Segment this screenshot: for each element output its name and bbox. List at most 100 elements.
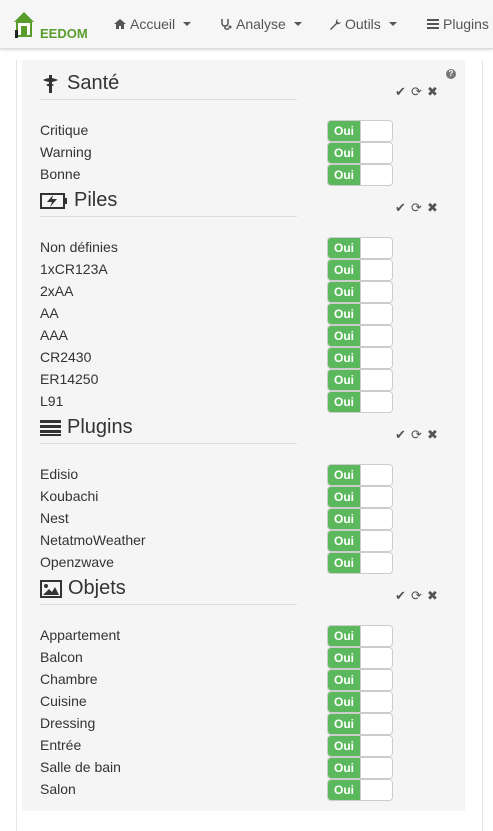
toggle-switch[interactable]: Oui (327, 120, 393, 142)
battery-icon (40, 192, 67, 209)
section-actions: ✔ ⟳ ✖ (394, 201, 439, 214)
toggle-switch[interactable]: Oui (327, 303, 393, 325)
toggle-switch[interactable]: Oui (327, 325, 393, 347)
row-label: Edisio (40, 466, 79, 482)
toggle-switch[interactable]: Oui (327, 508, 393, 530)
close-icon[interactable]: ✖ (426, 201, 439, 214)
row-label: Critique (40, 122, 89, 138)
row-label: Warning (40, 144, 92, 160)
close-icon[interactable]: ✖ (426, 428, 439, 441)
toggle-switch[interactable]: Oui (327, 779, 393, 801)
toggle-handle (360, 648, 392, 668)
nav-plugins-label: Plugins (443, 16, 489, 32)
toggle-on-label: Oui (328, 465, 360, 485)
toggle-switch[interactable]: Oui (327, 691, 393, 713)
row-label: Salle de bain (40, 759, 121, 775)
help-icon[interactable]: ? (446, 69, 456, 79)
section-title-text: Piles (74, 189, 118, 211)
toggle-switch[interactable]: Oui (327, 647, 393, 669)
logo-text: JEEDOM (40, 26, 88, 41)
list-icon (40, 419, 61, 436)
section-actions: ✔ ⟳ ✖ (394, 589, 439, 602)
section-title-objets: Objets (40, 577, 126, 600)
toggle-switch[interactable]: Oui (327, 281, 393, 303)
toggle-switch[interactable]: Oui (327, 164, 393, 186)
toggle-switch[interactable]: Oui (327, 486, 393, 508)
picture-icon (40, 579, 62, 598)
toggle-switch[interactable]: Oui (327, 464, 393, 486)
toggle-handle (360, 553, 392, 573)
section-divider (40, 99, 297, 100)
close-icon[interactable]: ✖ (426, 85, 439, 98)
logo-word: EEDOM (40, 26, 88, 41)
toggle-on-label: Oui (328, 626, 360, 646)
row-label: ER14250 (40, 371, 99, 387)
nav-plugins[interactable]: Plugins (427, 16, 489, 32)
check-icon[interactable]: ✔ (394, 589, 407, 602)
toggle-handle (360, 509, 392, 529)
nav-accueil[interactable]: Accueil (114, 16, 192, 32)
toggle-switch[interactable]: Oui (327, 735, 393, 757)
toggle-handle (360, 304, 392, 324)
jeedom-logo[interactable]: JEEDOM (12, 8, 88, 42)
refresh-icon[interactable]: ⟳ (410, 428, 423, 441)
toggle-switch[interactable]: Oui (327, 142, 393, 164)
toggle-handle (360, 670, 392, 690)
section-title-text: Objets (68, 577, 126, 599)
row-label: Non définies (40, 239, 118, 255)
row-label: AAA (40, 327, 69, 343)
toggle-handle (360, 143, 392, 163)
toggle-switch[interactable]: Oui (327, 625, 393, 647)
toggle-on-label: Oui (328, 714, 360, 734)
toggle-switch[interactable]: Oui (327, 530, 393, 552)
row-label: L91 (40, 393, 64, 409)
toggle-handle (360, 531, 392, 551)
toggle-switch[interactable]: Oui (327, 237, 393, 259)
refresh-icon[interactable]: ⟳ (410, 201, 423, 214)
close-icon[interactable]: ✖ (426, 589, 439, 602)
check-icon[interactable]: ✔ (394, 428, 407, 441)
toggle-on-label: Oui (328, 326, 360, 346)
section-actions: ✔ ⟳ ✖ (394, 85, 439, 98)
toggle-handle (360, 626, 392, 646)
toggle-on-label: Oui (328, 165, 360, 185)
toggle-switch[interactable]: Oui (327, 757, 393, 779)
toggle-handle (360, 121, 392, 141)
toggle-switch[interactable]: Oui (327, 391, 393, 413)
row-label: Appartement (40, 627, 121, 643)
toggle-switch[interactable]: Oui (327, 713, 393, 735)
toggle-switch[interactable]: Oui (327, 369, 393, 391)
toggle-switch[interactable]: Oui (327, 347, 393, 369)
section-title-text: Santé (67, 72, 120, 94)
toggle-on-label: Oui (328, 282, 360, 302)
page-border-left (16, 60, 17, 831)
check-icon[interactable]: ✔ (394, 85, 407, 98)
row-label: CR2430 (40, 349, 92, 365)
toggle-switch[interactable]: Oui (327, 669, 393, 691)
row-label: Entrée (40, 737, 82, 753)
nav-analyse[interactable]: Analyse (220, 16, 302, 32)
toggle-on-label: Oui (328, 487, 360, 507)
check-icon[interactable]: ✔ (394, 201, 407, 214)
toggle-switch[interactable]: Oui (327, 552, 393, 574)
toggle-on-label: Oui (328, 736, 360, 756)
toggle-handle (360, 736, 392, 756)
refresh-icon[interactable]: ⟳ (410, 85, 423, 98)
toggle-on-label: Oui (328, 509, 360, 529)
refresh-icon[interactable]: ⟳ (410, 589, 423, 602)
toggle-switch[interactable]: Oui (327, 259, 393, 281)
toggle-on-label: Oui (328, 780, 360, 800)
section-title-piles: Piles (40, 189, 117, 212)
toggle-on-label: Oui (328, 370, 360, 390)
row-label: Nest (40, 510, 69, 526)
toggle-handle (360, 392, 392, 412)
toggle-handle (360, 348, 392, 368)
nav-accueil-label: Accueil (130, 16, 176, 32)
section-title-sante: Santé (40, 72, 119, 95)
wrench-icon (330, 19, 341, 30)
toggle-on-label: Oui (328, 392, 360, 412)
section-divider (40, 216, 297, 217)
section-divider (40, 443, 297, 444)
nav-outils[interactable]: Outils (329, 16, 397, 32)
list-icon (427, 19, 439, 29)
